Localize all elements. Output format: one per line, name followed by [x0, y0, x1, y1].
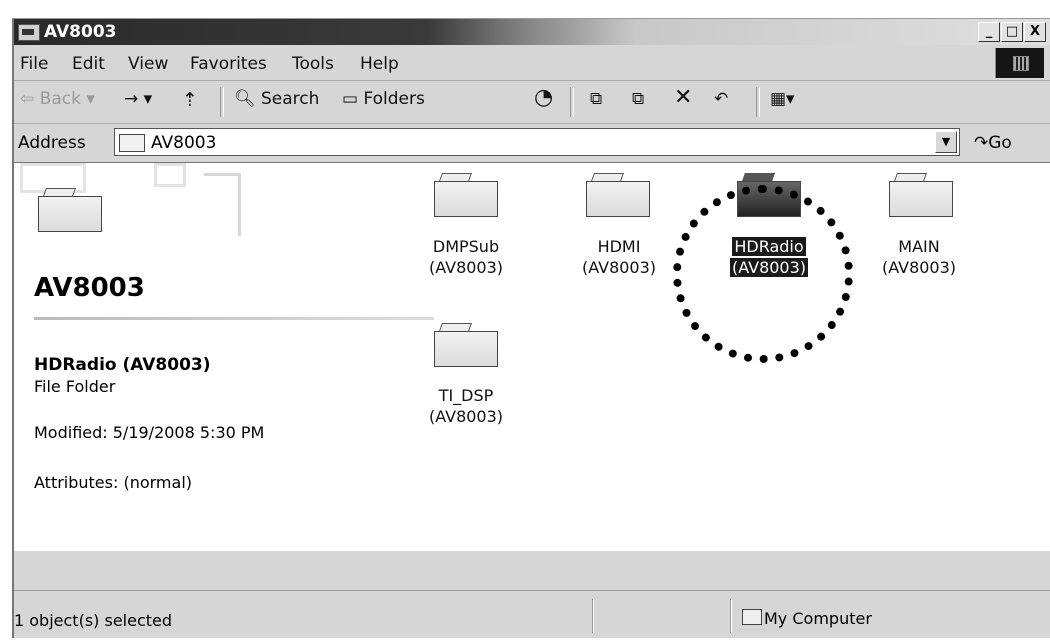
- status-selection: 1 object(s) selected: [14, 611, 173, 630]
- sidebar-folder-icon: [38, 188, 102, 232]
- go-label: Go: [988, 133, 1012, 153]
- address-input[interactable]: AV8003 ▼: [114, 128, 960, 156]
- folder-sub: (AV8003): [881, 258, 957, 277]
- content-pane: AV8003 HDRadio (AV8003) File Folder Modi…: [14, 162, 1050, 551]
- maximize-button[interactable]: □: [1001, 22, 1023, 42]
- search-icon: 🔍︎: [234, 89, 256, 109]
- menu-bar: File Edit View Favorites Tools Help: [14, 46, 1050, 81]
- highlight-circle: [673, 185, 853, 363]
- forward-button[interactable]: → ▾: [124, 89, 152, 109]
- menu-favorites[interactable]: Favorites: [190, 54, 267, 74]
- folder-icon: [586, 173, 650, 217]
- folder-name: HDMI: [597, 237, 641, 256]
- address-bar: Address AV8003 ▼ ↷Go: [14, 124, 1050, 162]
- title-bar[interactable]: AV8003 _ □ X: [14, 19, 1050, 45]
- menu-edit[interactable]: Edit: [72, 54, 105, 74]
- copy-to-icon[interactable]: ⧉: [632, 89, 644, 109]
- selected-item-attributes: Attributes: (normal): [34, 473, 193, 492]
- folder-label: MAIN (AV8003): [859, 236, 979, 278]
- header-decoration: [204, 173, 241, 236]
- selected-item-modified: Modified: 5/19/2008 5:30 PM: [34, 423, 265, 442]
- selected-item-name: HDRadio (AV8003): [34, 355, 211, 375]
- status-location: My Computer: [764, 609, 872, 628]
- folder-name: MAIN: [898, 237, 940, 256]
- address-dropdown-icon[interactable]: ▼: [935, 131, 957, 153]
- go-arrow-icon: ↷: [974, 133, 989, 153]
- window-icon[interactable]: [18, 24, 40, 41]
- my-computer-icon: [742, 609, 762, 625]
- folder-icon: [434, 323, 498, 367]
- folders-icon: ▭: [342, 89, 359, 109]
- folder-sub: (AV8003): [428, 407, 504, 426]
- close-button[interactable]: X: [1024, 22, 1046, 42]
- folder-icon: [889, 173, 953, 217]
- minimize-button[interactable]: _: [978, 22, 1000, 42]
- views-icon[interactable]: ▦▾: [770, 89, 795, 109]
- folder-icon: [434, 173, 498, 217]
- go-button[interactable]: ↷Go: [974, 133, 1012, 153]
- folders-button[interactable]: ▭ Folders: [342, 89, 425, 109]
- status-divider: [730, 599, 732, 633]
- folder-sub: (AV8003): [428, 258, 504, 277]
- toolbar-separator: [570, 87, 574, 117]
- folder-icon: [119, 134, 145, 152]
- folder-name: DMPSub: [432, 237, 500, 256]
- toolbar-separator: [220, 87, 224, 117]
- undo-icon[interactable]: ↶: [714, 89, 728, 109]
- up-folder-icon[interactable]: ⇡: [182, 89, 198, 111]
- sidebar-title: AV8003: [34, 273, 145, 303]
- history-icon[interactable]: ◔: [534, 85, 553, 110]
- move-to-icon[interactable]: ⧉: [590, 89, 602, 109]
- menu-tools[interactable]: Tools: [292, 54, 334, 74]
- menu-file[interactable]: File: [20, 54, 48, 74]
- delete-icon[interactable]: ✕: [674, 85, 692, 110]
- toolbar: ⇦ Back ▾ → ▾ ⇡ 🔍︎ Search ▭ Folders ◔ ⧉ ⧉…: [14, 81, 1050, 124]
- status-divider: [592, 599, 594, 633]
- status-bar: 1 object(s) selected My Computer: [14, 590, 1050, 640]
- menu-help[interactable]: Help: [360, 54, 399, 74]
- explorer-window: AV8003 _ □ X File Edit View Favorites To…: [12, 18, 1050, 638]
- folder-label: HDMI (AV8003): [559, 236, 679, 278]
- sidebar-divider: [34, 317, 434, 320]
- windows-logo-icon: [995, 48, 1044, 78]
- toolbar-separator: [756, 87, 760, 117]
- folders-label: Folders: [363, 89, 425, 109]
- folder-label: DMPSub (AV8003): [406, 236, 526, 278]
- folder-name: TI_DSP: [438, 386, 494, 405]
- menu-view[interactable]: View: [128, 54, 168, 74]
- forward-arrow-icon: →: [124, 89, 139, 109]
- folder-label: TI_DSP (AV8003): [406, 385, 526, 427]
- window-title: AV8003: [44, 22, 117, 42]
- back-button[interactable]: ⇦ Back ▾: [20, 89, 95, 109]
- selected-item-type: File Folder: [34, 377, 116, 396]
- address-value: AV8003: [151, 133, 217, 153]
- folder-sub: (AV8003): [581, 258, 657, 277]
- back-label: Back: [39, 89, 81, 109]
- search-label: Search: [261, 89, 320, 109]
- header-decoration: [154, 163, 186, 187]
- address-label: Address: [18, 133, 86, 153]
- search-button[interactable]: 🔍︎ Search: [234, 89, 319, 109]
